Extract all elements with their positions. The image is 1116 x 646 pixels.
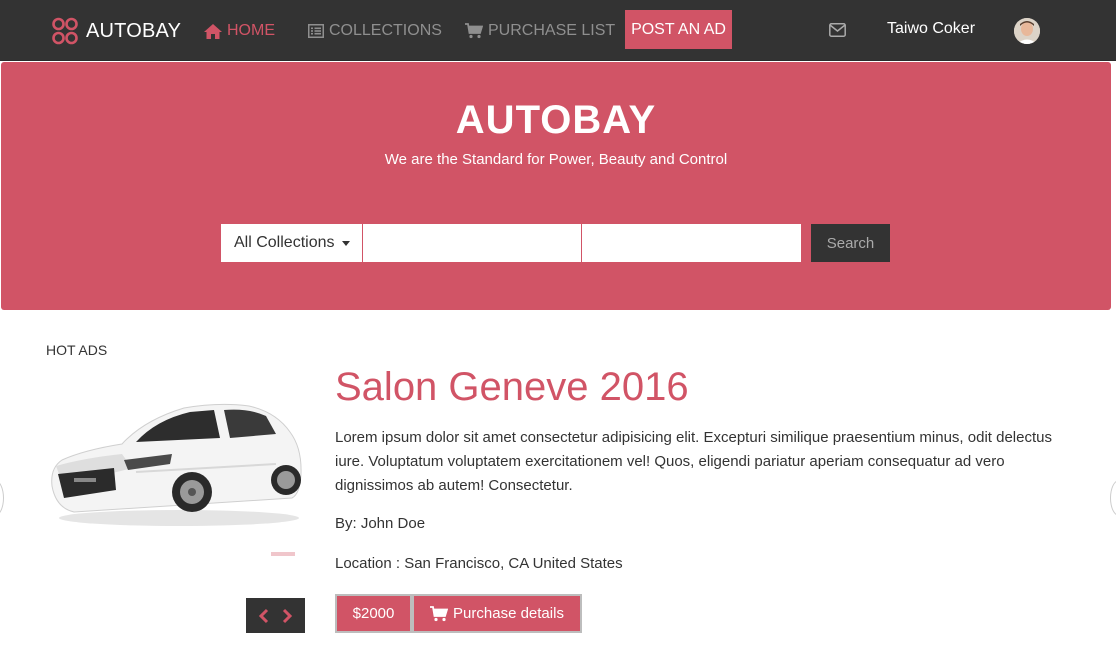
hero-banner: AUTOBAY We are the Standard for Power, B… [1, 62, 1111, 310]
cart-icon [430, 605, 449, 621]
ad-location: Location : San Francisco, CA United Stat… [335, 555, 623, 572]
collections-select-value: All Collections [234, 234, 335, 251]
carousel-controls [246, 598, 305, 633]
nav-collections[interactable]: COLLECTIONS [308, 20, 442, 42]
search-input-2[interactable] [582, 224, 801, 262]
image-watermark [271, 552, 295, 556]
search-input-1[interactable] [363, 224, 582, 262]
brand-logo-icon [52, 17, 78, 45]
list-icon [308, 24, 324, 38]
nav-collections-label: COLLECTIONS [329, 22, 442, 39]
chevron-right-icon[interactable] [281, 608, 293, 624]
search-form: All Collections Search [221, 224, 890, 262]
carousel-edge-right[interactable] [1110, 480, 1116, 516]
post-ad-button[interactable]: POST AN AD [625, 10, 732, 49]
ad-title[interactable]: Salon Geneve 2016 [335, 365, 689, 410]
chevron-left-icon[interactable] [258, 608, 270, 624]
mail-icon[interactable] [829, 23, 846, 37]
ad-author: By: John Doe [335, 515, 426, 532]
avatar-image [1014, 18, 1040, 44]
cart-icon [465, 23, 483, 39]
ad-description: Lorem ipsum dolor sit amet consectetur a… [335, 429, 1052, 494]
avatar[interactable] [1014, 18, 1040, 44]
caret-down-icon [342, 240, 351, 246]
nav-home[interactable]: HOME [204, 20, 275, 42]
nav-home-label: HOME [227, 22, 275, 39]
home-icon [204, 23, 222, 39]
user-name[interactable]: Taiwo Coker [887, 20, 975, 38]
purchase-details-button[interactable]: Purchase details [412, 594, 582, 633]
carousel-edge-left[interactable] [0, 480, 4, 516]
top-navbar: AUTOBAY HOME COLLECTIONS PURCHASE LIST P… [0, 0, 1116, 61]
hero-title: AUTOBAY [455, 98, 657, 142]
price-button[interactable]: $2000 [335, 594, 412, 633]
hot-ads-label: HOT ADS [46, 342, 108, 358]
search-button[interactable]: Search [811, 224, 890, 262]
car-image [51, 403, 302, 526]
nav-purchase-list[interactable]: PURCHASE LIST [465, 20, 615, 42]
brand-link[interactable]: AUTOBAY [52, 17, 181, 45]
hero-subtitle: We are the Standard for Power, Beauty an… [384, 151, 728, 168]
collections-select[interactable]: All Collections [221, 224, 363, 262]
nav-purchase-label: PURCHASE LIST [488, 22, 616, 39]
purchase-details-label: Purchase details [453, 605, 564, 622]
brand-name: AUTOBAY [86, 19, 182, 42]
